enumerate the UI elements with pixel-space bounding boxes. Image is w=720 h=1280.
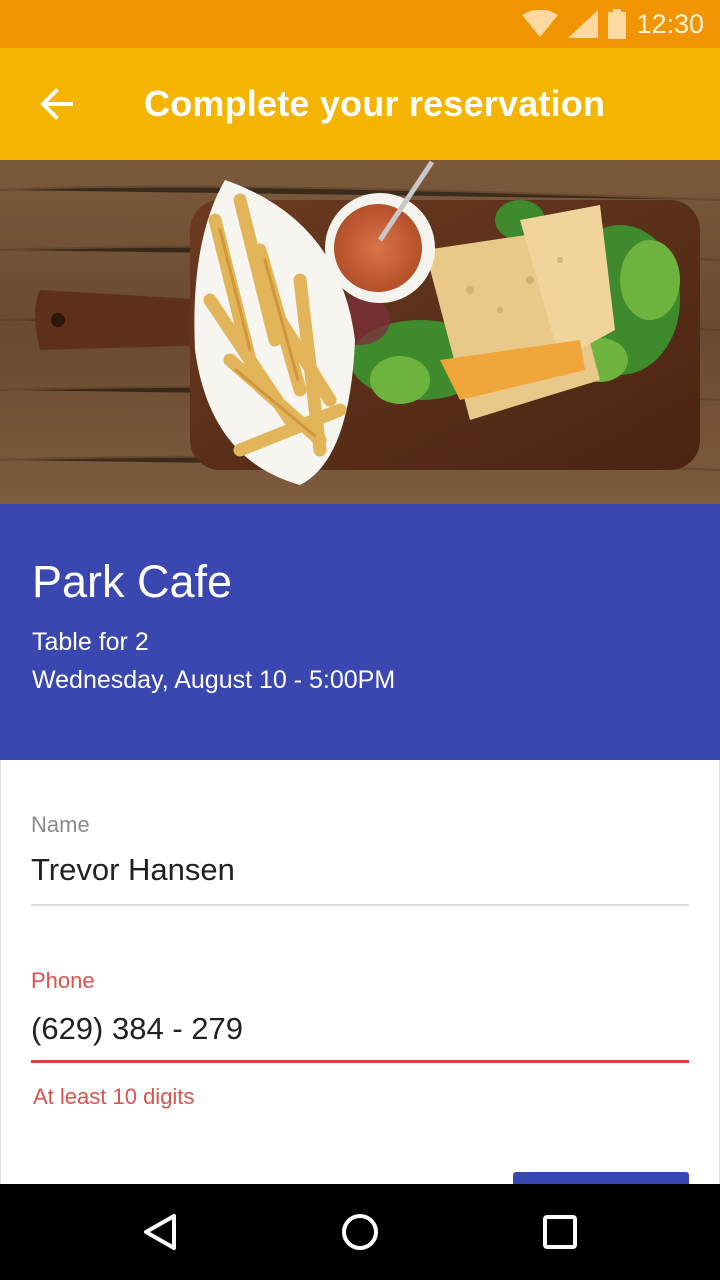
back-triangle-icon bbox=[144, 1214, 176, 1250]
hero-food-image bbox=[0, 160, 720, 504]
name-field[interactable] bbox=[31, 850, 689, 890]
phone-label: Phone bbox=[31, 968, 95, 993]
recents-square-icon bbox=[543, 1215, 577, 1249]
status-icons: 12:30 bbox=[522, 8, 704, 40]
reservation-datetime: Wednesday, August 10 - 5:00PM bbox=[32, 666, 396, 694]
page-title: Complete your reservation bbox=[144, 83, 606, 124]
navigation-bar bbox=[0, 1184, 720, 1280]
back-button[interactable] bbox=[24, 72, 88, 136]
phone-error-text: At least 10 digits bbox=[33, 1084, 195, 1109]
home-circle-icon bbox=[342, 1214, 378, 1250]
battery-icon bbox=[608, 9, 627, 39]
nav-back-button[interactable] bbox=[132, 1204, 188, 1260]
status-time: 12:30 bbox=[636, 8, 704, 39]
wifi-icon bbox=[522, 10, 559, 37]
name-label: Name bbox=[31, 812, 90, 837]
nav-home-button[interactable] bbox=[332, 1204, 388, 1260]
status-bar: 12:30 bbox=[0, 0, 720, 48]
arrow-back-icon bbox=[40, 88, 73, 120]
table-size: Table for 2 bbox=[32, 628, 149, 656]
phone-field[interactable] bbox=[31, 1008, 689, 1050]
nav-recents-button[interactable] bbox=[532, 1204, 588, 1260]
name-underline bbox=[31, 904, 689, 906]
app-bar: Complete your reservation bbox=[0, 48, 720, 160]
reservation-info-panel: Park Cafe Table for 2 Wednesday, August … bbox=[0, 504, 720, 760]
phone-underline bbox=[31, 1060, 689, 1063]
reservation-form: Name Phone At least 10 digits bbox=[0, 760, 720, 1212]
restaurant-name: Park Cafe bbox=[32, 556, 233, 607]
signal-icon bbox=[568, 10, 599, 38]
